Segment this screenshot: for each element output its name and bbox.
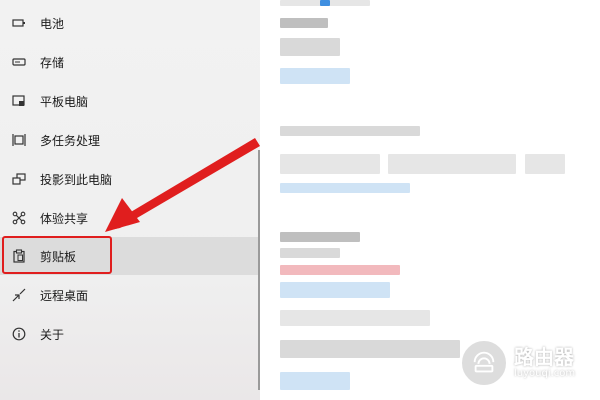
blurred-link	[280, 282, 390, 298]
blurred-accent	[320, 0, 330, 6]
watermark-title: 路由器	[514, 344, 574, 369]
sidebar-item-tablet[interactable]: 平板电脑	[0, 82, 260, 120]
blurred-warning	[280, 265, 400, 275]
router-logo-icon	[460, 338, 508, 387]
blurred-link	[280, 372, 350, 390]
sidebar-item-about[interactable]: 关于	[0, 315, 260, 353]
multitasking-icon	[12, 133, 26, 147]
sidebar-item-label: 体验共享	[40, 211, 89, 226]
blurred-text	[280, 340, 460, 358]
blurred-text	[280, 38, 340, 56]
sidebar-item-label: 关于	[40, 327, 65, 342]
sidebar-item-remote-desktop[interactable]: 远程桌面	[0, 276, 260, 314]
shared-experiences-icon	[12, 211, 26, 225]
blurred-text	[525, 154, 565, 174]
sidebar-item-label: 多任务处理	[40, 133, 101, 148]
blurred-text	[280, 248, 340, 258]
projection-icon	[12, 172, 26, 186]
watermark: 路由器 luyouqi.com	[460, 335, 590, 390]
blurred-text	[280, 310, 430, 326]
tablet-icon	[12, 94, 26, 108]
watermark-subtitle: luyouqi.com	[514, 367, 576, 379]
sidebar-item-label: 远程桌面	[40, 288, 89, 303]
blurred-text	[280, 154, 380, 174]
sidebar-item-battery[interactable]: 电池	[0, 4, 260, 42]
sidebar-item-projection[interactable]: 投影到此电脑	[0, 160, 260, 198]
settings-sidebar: 电池 存储 平板电脑 多任务处理 投影到此电脑 体验共享 剪贴板 远程桌面 关于	[0, 0, 260, 400]
blurred-text	[388, 154, 516, 174]
remote-desktop-icon	[12, 288, 26, 302]
sidebar-item-label: 投影到此电脑	[40, 172, 113, 187]
blurred-link	[280, 68, 350, 84]
sidebar-item-shared-experiences[interactable]: 体验共享	[0, 199, 260, 237]
info-icon	[12, 327, 26, 341]
storage-icon	[12, 55, 26, 69]
blurred-link	[280, 183, 410, 193]
sidebar-item-label: 平板电脑	[40, 94, 89, 109]
sidebar-item-storage[interactable]: 存储	[0, 43, 260, 81]
sidebar-item-multitasking[interactable]: 多任务处理	[0, 121, 260, 159]
clipboard-highlight-box	[2, 236, 112, 274]
sidebar-item-label: 电池	[40, 16, 65, 31]
blurred-heading	[280, 232, 360, 242]
battery-icon	[12, 16, 26, 30]
blurred-heading	[280, 126, 420, 136]
sidebar-item-label: 存储	[40, 55, 65, 70]
blurred-text	[280, 18, 328, 28]
